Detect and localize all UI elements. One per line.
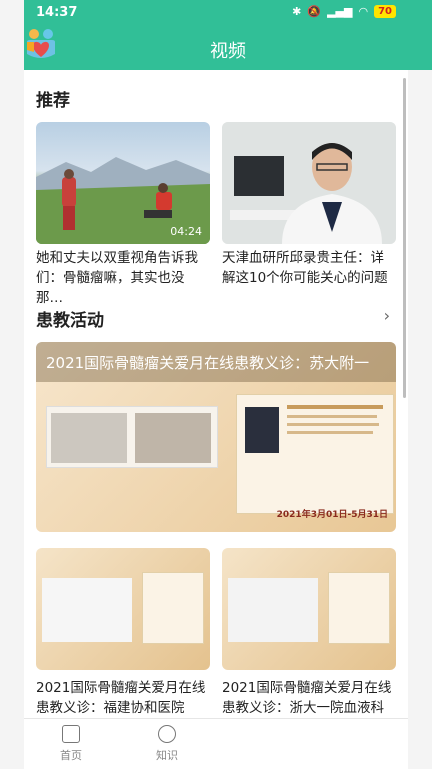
status-bar: 14:37 ✱ 🔕 ▂▄▆ ◠ 70 <box>36 0 396 26</box>
nav-home-label: 首页 <box>60 749 82 762</box>
activity-banner[interactable]: 2021国际骨髓瘤关爱月在线患教义诊：苏大附一 2021年3月01日-5月31日 <box>36 342 396 532</box>
banner-title: 2021国际骨髓瘤关爱月在线患教义诊：苏大附一 <box>46 354 370 372</box>
status-icons: ✱ 🔕 ▂▄▆ ◠ 70 <box>292 5 396 18</box>
status-time: 14:37 <box>36 5 78 20</box>
page-title: 视频 <box>210 41 246 62</box>
signal-icon: ▂▄▆ <box>327 5 353 18</box>
video-duration: 04:24 <box>170 225 202 238</box>
doctor-info-card <box>142 572 204 644</box>
video-thumbnail[interactable]: 04:24 <box>36 122 210 244</box>
bluetooth-icon: ✱ <box>292 5 302 18</box>
video-caption[interactable]: 2021国际骨髓瘤关爱月在线患教义诊：福建协和医院 <box>36 678 210 718</box>
wifi-icon: ◠ <box>358 5 369 18</box>
chevron-right-icon[interactable]: › <box>384 306 390 325</box>
nav-knowledge-label: 知识 <box>156 749 178 762</box>
bottom-navigation: 首页 知识 <box>24 718 408 769</box>
video-thumbnail[interactable] <box>222 548 396 670</box>
doctor-interview-image <box>222 122 396 244</box>
nav-knowledge[interactable]: 知识 <box>142 725 192 763</box>
screen: 视频 14:37 ✱ 🔕 ▂▄▆ ◠ 70 推荐 04:24 她和丈夫以双重视角… <box>0 0 432 769</box>
video-caption[interactable]: 2021国际骨髓瘤关爱月在线患教义诊：浙大一院血液科 <box>222 678 396 718</box>
scrollbar[interactable] <box>403 78 406 398</box>
video-call-panel <box>228 578 318 642</box>
video-caption[interactable]: 天津血研所邱录贵主任：详解这10个你可能关心的问题 <box>222 248 396 288</box>
video-call-panel <box>46 406 218 468</box>
video-call-panel <box>42 578 132 642</box>
section-title-recommend: 推荐 <box>36 91 70 111</box>
nav-home[interactable]: 首页 <box>46 725 96 763</box>
mute-icon: 🔕 <box>307 5 322 18</box>
section-title-activity: 患教活动 <box>36 311 104 331</box>
home-icon <box>62 725 80 743</box>
video-feed[interactable]: 推荐 04:24 她和丈夫以双重视角告诉我们：骨髓瘤嘛，其实也没那… 天津血研所… <box>24 70 408 718</box>
doctor-info-card <box>236 394 394 514</box>
app-logo-icon[interactable] <box>26 28 56 62</box>
banner-date: 2021年3月01日-5月31日 <box>276 510 388 520</box>
video-thumbnail[interactable] <box>222 122 396 244</box>
battery-icon: 70 <box>374 5 396 18</box>
video-thumbnail[interactable] <box>36 548 210 670</box>
doctor-info-card <box>328 572 390 644</box>
video-caption[interactable]: 她和丈夫以双重视角告诉我们：骨髓瘤嘛，其实也没那… <box>36 248 210 308</box>
knowledge-icon <box>158 725 176 743</box>
